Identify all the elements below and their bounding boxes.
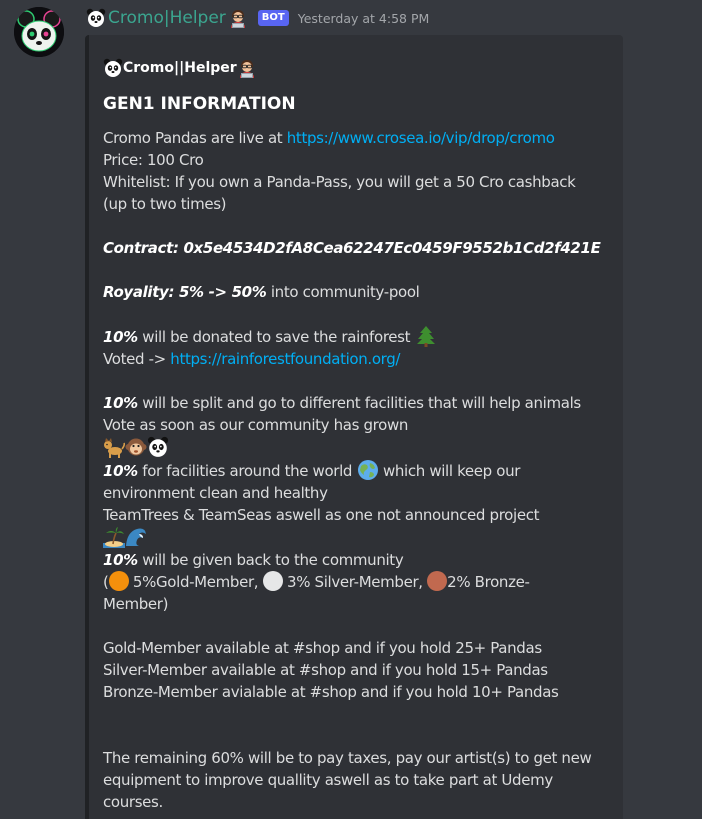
rainforest-line: 10% will be donated to save the rainfore… (103, 325, 603, 348)
contract-line: Contract: 0x5e4534D2fA8Cea62247Ec0459F95… (103, 239, 601, 257)
whitelist-line-2: (up to two times) (103, 195, 227, 213)
members-open: ( (103, 573, 109, 591)
rainforest-bold: 10% (103, 328, 138, 346)
message-embed: Cromo||Helper GEN1 INFORMATION Cromo Pan… (85, 35, 623, 819)
world-bold: 10% (103, 462, 138, 480)
remaining-line-3: courses. (103, 793, 163, 811)
description-line: Cromo Pandas are live at https://www.cro… (103, 127, 603, 149)
members-line-2: Member) (103, 595, 169, 613)
royality-line: Royality: 5% -> 50% into community-pool (103, 281, 603, 303)
dog-icon (103, 436, 125, 458)
text: Cromo Pandas are live at (103, 129, 287, 147)
technologist-icon (228, 8, 248, 28)
silver-member-line: Silver-Member available at #shop and if … (103, 661, 548, 679)
wave-icon (125, 526, 147, 548)
members-gold: 5%Gold-Member, (128, 573, 263, 591)
voted-line: Voted -> https://rainforestfoundation.or… (103, 348, 603, 370)
teams-line: TeamTrees & TeamSeas aswell as one not a… (103, 506, 540, 524)
world-line: 10% for facilities around the world whic… (103, 459, 603, 482)
monkey-icon (125, 436, 147, 458)
animals-line-2: Vote as soon as our community has grown (103, 416, 409, 434)
voted-text: Voted -> (103, 350, 171, 368)
chat-message: Cromo|Helper BOT Yesterday at 4:58 PM Cr… (0, 0, 702, 819)
message-timestamp[interactable]: Yesterday at 4:58 PM (298, 11, 430, 26)
bot-username[interactable]: Cromo|Helper (108, 8, 226, 28)
teams-emojis (103, 526, 603, 549)
community-line: 10% will be given back to the community (103, 549, 603, 571)
white-circle-icon (262, 571, 283, 591)
community-text: will be given back to the community (137, 551, 404, 569)
earth-globe-icon (357, 459, 379, 481)
members-line: ( 5%Gold-Member, 3% Silver-Member, 2% Br… (103, 571, 603, 593)
bot-badge: BOT (257, 10, 289, 26)
orange-circle-icon (108, 571, 129, 591)
panda-avatar-icon (14, 7, 64, 57)
whitelist-line: Whitelist: If you own a Panda-Pass, you … (103, 173, 576, 191)
panda-icon (86, 8, 106, 28)
panda-icon (147, 436, 169, 458)
bronze-member-line: Bronze-Member avialable at #shop and if … (103, 683, 559, 701)
gold-member-line: Gold-Member available at #shop and if yo… (103, 639, 542, 657)
panda-icon (103, 58, 123, 78)
rainforest-link[interactable]: https://rainforestfoundation.org/ (170, 350, 400, 368)
members-bronze: 2% Bronze- (447, 573, 530, 591)
animals-text: will be split and go to different facili… (137, 394, 581, 412)
embed-content: Cromo||Helper GEN1 INFORMATION Cromo Pan… (103, 57, 603, 813)
rainforest-text: will be donated to save the rainforest (137, 328, 415, 346)
royality-bold: Royality: 5% -> 50% (103, 283, 267, 301)
embed-title: GEN1 INFORMATION (103, 94, 296, 114)
evergreen-tree-icon (415, 325, 437, 347)
bot-avatar[interactable] (14, 7, 64, 57)
community-bold: 10% (103, 551, 138, 569)
island-icon (103, 526, 125, 548)
remaining-line: The remaining 60% will be to pay taxes, … (103, 749, 592, 767)
remaining-line-2: equipment to improve quallity aswell as … (103, 771, 553, 789)
embed-author: Cromo||Helper (103, 57, 603, 79)
message-header: Cromo|Helper BOT Yesterday at 4:58 PM (86, 6, 429, 30)
animals-bold: 10% (103, 394, 138, 412)
animals-line: 10% will be split and go to different fa… (103, 392, 603, 414)
technologist-icon (237, 58, 257, 78)
world-text-2: which will keep our (378, 462, 521, 480)
animal-emojis (103, 436, 603, 459)
embed-author-name: Cromo||Helper (123, 60, 237, 76)
brown-circle-icon (427, 571, 448, 591)
world-text: for facilities around the world (137, 462, 357, 480)
embed-description: Cromo Pandas are live at https://www.cro… (103, 127, 603, 813)
members-silver: 3% Silver-Member, (282, 573, 428, 591)
crosea-link[interactable]: https://www.crosea.io/vip/drop/cromo (287, 129, 555, 147)
royality-text: into community-pool (266, 283, 420, 301)
price-line: Price: 100 Cro (103, 151, 204, 169)
world-line-2: environment clean and healthy (103, 484, 328, 502)
